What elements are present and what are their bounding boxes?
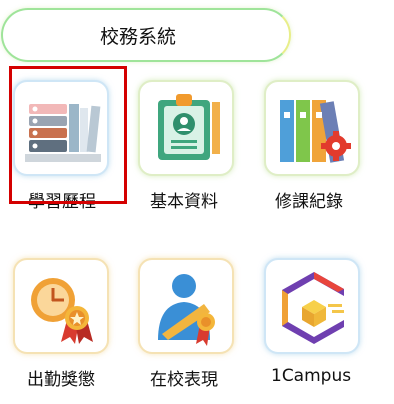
app-label[interactable]: 在校表現 [150,365,218,390]
app-tile-learning-portfolio[interactable] [13,80,109,176]
app-label[interactable]: 基本資料 [150,187,218,212]
app-label[interactable]: 1Campus [271,366,351,386]
app-tile-basic-info[interactable] [138,80,234,176]
header-title: 校務系統 [99,25,176,48]
app-tile-school-performance[interactable] [138,258,234,354]
school-system-header[interactable]: 校務系統 [1,8,291,62]
app-label[interactable]: 學習歷程 [28,187,96,212]
app-tile-1campus[interactable] [264,258,360,354]
app-tile-attendance[interactable] [13,258,109,354]
app-label[interactable]: 修課紀錄 [275,187,343,212]
app-tile-course-record[interactable] [264,80,360,176]
app-label[interactable]: 出勤獎懲 [27,365,95,390]
